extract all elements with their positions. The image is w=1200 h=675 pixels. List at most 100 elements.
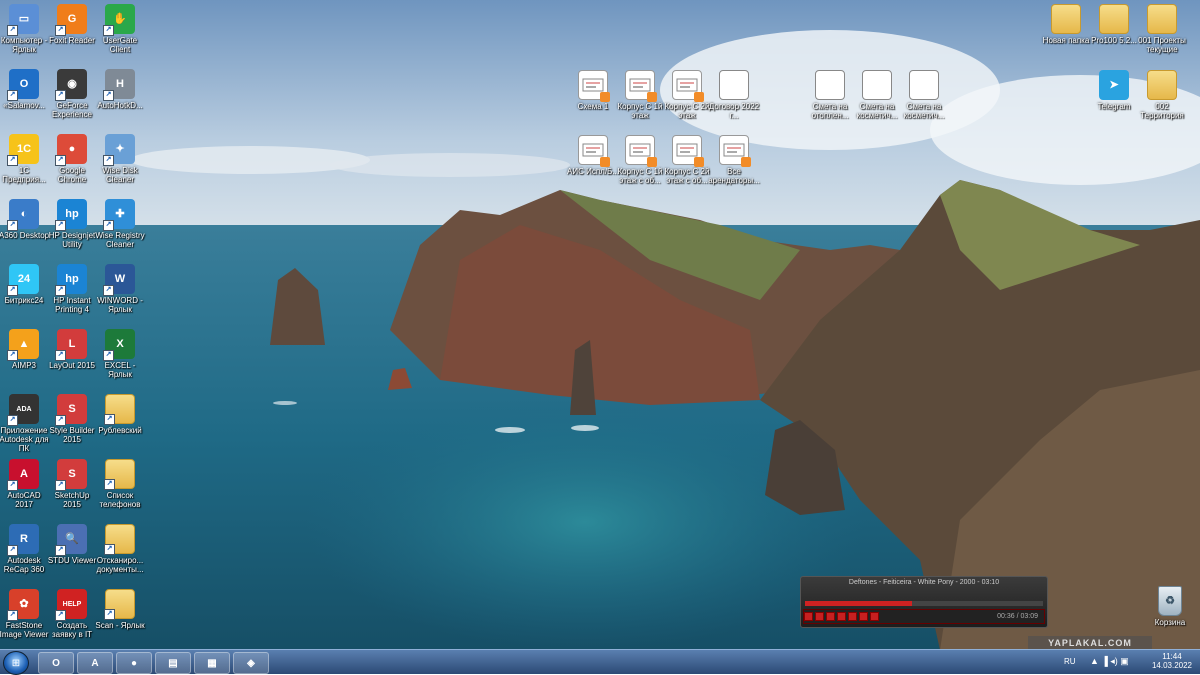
desktop-icon-left-5[interactable]: H ↗ AutoHotkD... xyxy=(94,69,146,110)
media-player[interactable]: Deftones - Feiticeira - White Pony - 200… xyxy=(800,576,1048,628)
desktop-icon-left-label: HP Designjet Utility xyxy=(48,231,96,249)
player-seek-bar[interactable] xyxy=(805,601,1043,606)
word-icon: W ↗ xyxy=(103,264,135,296)
desktop-icon-left-22[interactable]: S ↗ SketchUp 2015 xyxy=(46,459,98,509)
desktop-icon-left-8[interactable]: ✦ ↗ Wise Disk Cleaner xyxy=(94,134,146,184)
desktop-icon-left-label: AIMP3 xyxy=(11,361,36,370)
recycle-bin[interactable]: ♻ Корзина xyxy=(1144,586,1196,627)
desktop-icon-mid-6[interactable]: Корпус С 2й этаж с об... xyxy=(661,135,713,185)
desktop-icon-mid-3[interactable]: W Договор 2022 г... xyxy=(708,70,760,120)
desktop-icon-left-10[interactable]: hp ↗ HP Designjet Utility xyxy=(46,199,98,249)
desktop-icon-left-label: Создать заявку в IT xyxy=(51,621,93,639)
desktop-icon-left-27[interactable]: ✿ ↗ FastStone Image Viewer xyxy=(0,589,50,639)
desktop-icon-left-25[interactable]: 🔍 ↗ STDU Viewer xyxy=(46,524,98,565)
desktop-icon-left-23[interactable]: ↗ Список телефонов xyxy=(94,459,146,509)
desktop-icon-left-18[interactable]: ADA ↗ Приложение Autodesk для ПК xyxy=(0,394,50,453)
desktop-icon-left-label: A360 Desktop xyxy=(0,231,50,240)
playlist-icon[interactable] xyxy=(870,612,879,621)
desktop-icon-left-15[interactable]: ▲ ↗ AIMP3 xyxy=(0,329,50,370)
desktop-icon-left-1[interactable]: G ↗ Foxit Reader xyxy=(46,4,98,45)
open-icon[interactable] xyxy=(859,612,868,621)
desktop-icon-xls-2[interactable]: X Смета на косметич... xyxy=(898,70,950,120)
desktop-icon-left-26[interactable]: ↗ Отсканиро... документы... xyxy=(94,524,146,574)
excel-doc-icon: X xyxy=(862,70,892,100)
desktop-icon-mid-4[interactable]: АИС Испл/Б... xyxy=(567,135,619,176)
desktop-icon-left-16[interactable]: L ↗ LayOut 2015 xyxy=(46,329,98,370)
stop-icon[interactable] xyxy=(826,612,835,621)
shortcut-arrow-icon: ↗ xyxy=(55,415,66,426)
next-icon[interactable] xyxy=(848,612,857,621)
desktop-icon-left-label: Отсканиро... документы... xyxy=(96,556,144,574)
bitrix-icon: 24 ↗ xyxy=(7,264,39,296)
desktop-icon-left-2[interactable]: ✋ ↗ UserGate Client xyxy=(94,4,146,54)
desktop-icon-left-14[interactable]: W ↗ WINWORD - Ярлык xyxy=(94,264,146,314)
desktop-icon-left-0[interactable]: ▭ ↗ Компьютер - Ярлык xyxy=(0,4,50,54)
desktop-icon-right-2[interactable]: 001 Проекты текущие xyxy=(1136,4,1188,54)
folder-icon: ↗ xyxy=(104,589,135,620)
desktop-icon-right-4[interactable]: 002 Территория xyxy=(1136,70,1188,120)
faststone-icon: ✿ ↗ xyxy=(7,589,39,621)
play-icon[interactable] xyxy=(804,612,813,621)
desktop-icon-right-1[interactable]: Pro100 5.2... xyxy=(1088,4,1140,45)
taskbar-app-button[interactable]: ◈ xyxy=(233,652,269,674)
1c-icon: 1С ↗ xyxy=(7,134,39,166)
desktop-icon-right-label: 001 Проекты текущие xyxy=(1138,36,1186,54)
desktop-icon-left-3[interactable]: O ↗ «Salamov... xyxy=(0,69,50,110)
dwg-icon xyxy=(578,70,610,102)
desktop-icon-mid-2[interactable]: Корпус С 2й этаж xyxy=(661,70,713,120)
tray-icons[interactable]: ▲ ▐ ◂) ▣ xyxy=(1090,656,1129,667)
desktop-icon-left-label: HP Instant Printing 4 xyxy=(53,296,91,314)
desktop-icon-xls-0[interactable]: X Смета на отоплен... xyxy=(804,70,856,120)
folder-icon: ↗ xyxy=(104,459,135,490)
taskbar-calculator-button[interactable]: ▦ xyxy=(194,652,230,674)
desktop-icon-xls-1[interactable]: X Смета на косметич... xyxy=(851,70,903,120)
desktop-icon-mid-7[interactable]: Все арендаторы... xyxy=(708,135,760,185)
desktop-icon-mid-5[interactable]: Корпус С 1й этаж с об... xyxy=(614,135,666,185)
desktop-icon-left-24[interactable]: R ↗ Autodesk ReCap 360 xyxy=(0,524,50,574)
desktop-icon-left-label: STDU Viewer xyxy=(47,556,97,565)
desktop-icon-right-3[interactable]: ➤ Telegram xyxy=(1088,70,1140,111)
language-indicator[interactable]: RU xyxy=(1064,657,1076,666)
prev-icon[interactable] xyxy=(837,612,846,621)
shortcut-arrow-icon: ↗ xyxy=(7,610,18,621)
desktop-icon-left-11[interactable]: ✚ ↗ Wise Registry Cleaner xyxy=(94,199,146,249)
desktop-icon-left-28[interactable]: HELP ↗ Создать заявку в IT xyxy=(46,589,98,639)
desktop-icon-left-17[interactable]: X ↗ EXCEL - Ярлык xyxy=(94,329,146,379)
clock[interactable]: 11:44 14.03.2022 xyxy=(1152,652,1192,670)
computer-icon: ▭ ↗ xyxy=(7,4,39,36)
shortcut-arrow-icon: ↗ xyxy=(7,220,18,231)
desktop-icon-left-29[interactable]: ↗ Scan - Ярлык xyxy=(94,589,146,630)
desktop-icon-left-19[interactable]: S ↗ Style Builder 2015 xyxy=(46,394,98,444)
taskbar-outlook-button[interactable]: O xyxy=(38,652,74,674)
shortcut-arrow-icon: ↗ xyxy=(104,544,115,555)
desktop-icon-mid-1[interactable]: Корпус С 1й этаж xyxy=(614,70,666,120)
desktop-icon-left-6[interactable]: 1С ↗ 1С Предприя... xyxy=(0,134,50,184)
pause-icon[interactable] xyxy=(815,612,824,621)
taskbar-explorer-button[interactable]: ▤ xyxy=(155,652,191,674)
desktop-icon-mid-label: Все арендаторы... xyxy=(708,167,760,185)
desktop-icon-right-0[interactable]: Новая папка xyxy=(1040,4,1092,45)
sketchup-icon: S ↗ xyxy=(55,459,87,491)
desktop-icon-left-label: GeForce Experience xyxy=(51,101,93,119)
desktop-icon-mid-label: Корпус С 2й этаж xyxy=(664,102,710,120)
desktop-icon-left-7[interactable]: ● ↗ Google Chrome xyxy=(46,134,98,184)
desktop-icon-mid-0[interactable]: Схема 1 xyxy=(567,70,619,111)
shortcut-arrow-icon: ↗ xyxy=(7,480,18,491)
wise-registry-icon: ✚ ↗ xyxy=(103,199,135,231)
desktop-icon-left-label: Wise Registry Cleaner xyxy=(95,231,145,249)
desktop-icon-right-label: Новая папка xyxy=(1042,36,1090,45)
desktop-icon-left-4[interactable]: ◉ ↗ GeForce Experience xyxy=(46,69,98,119)
desktop-icon-left-label: Style Builder 2015 xyxy=(49,426,95,444)
desktop-icon-left-13[interactable]: hp ↗ HP Instant Printing 4 xyxy=(46,264,98,314)
taskbar-autocad-button[interactable]: A xyxy=(77,652,113,674)
desktop-icon-left-12[interactable]: 24 ↗ Битрикс24 xyxy=(0,264,50,305)
desktop-icon-left-label: Рублевский xyxy=(98,426,142,435)
wise-disk-icon: ✦ ↗ xyxy=(103,134,135,166)
desktop-icon-left-20[interactable]: ↗ Рублевский xyxy=(94,394,146,435)
desktop-icon-left-9[interactable]: ◐ ↗ A360 Desktop xyxy=(0,199,50,240)
taskbar-chrome-button[interactable]: ● xyxy=(116,652,152,674)
start-button[interactable]: ⊞ xyxy=(3,651,29,675)
explorer-icon: ▤ xyxy=(168,657,178,669)
shortcut-arrow-icon: ↗ xyxy=(104,479,115,490)
desktop-icon-left-21[interactable]: A ↗ AutoCAD 2017 xyxy=(0,459,50,509)
